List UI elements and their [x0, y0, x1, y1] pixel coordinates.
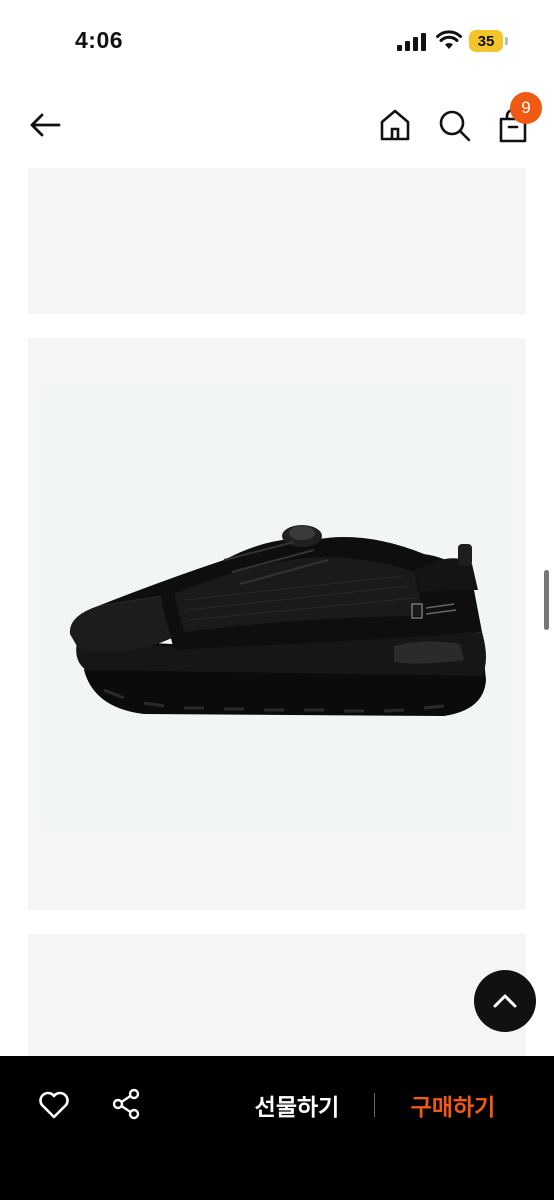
battery-level: 35 — [469, 30, 503, 52]
signal-icon — [397, 33, 426, 51]
gift-button[interactable]: 선물하기 — [238, 1086, 356, 1124]
battery-icon: 35 — [469, 30, 509, 52]
divider — [374, 1093, 375, 1117]
buy-button[interactable]: 구매하기 — [394, 1086, 512, 1124]
wifi-icon — [436, 30, 462, 49]
back-arrow-icon[interactable] — [26, 106, 64, 144]
scrollbar[interactable] — [544, 570, 549, 630]
header — [0, 82, 554, 168]
status-bar: 4:06 35 — [0, 0, 554, 82]
battery-tip — [505, 37, 508, 45]
product-image-placeholder — [28, 168, 526, 314]
heart-icon[interactable] — [38, 1090, 70, 1120]
scroll-to-top-button[interactable] — [474, 970, 536, 1032]
product-image-placeholder-bottom — [28, 934, 526, 1064]
black-sneaker-image — [69, 525, 486, 716]
chevron-up-icon — [493, 994, 517, 1008]
search-icon[interactable] — [436, 107, 472, 143]
bottom-action-bar: 선물하기 구매하기 — [0, 1056, 554, 1200]
cart-badge: 9 — [510, 92, 542, 124]
status-time: 4:06 — [75, 27, 124, 53]
share-icon[interactable] — [111, 1088, 141, 1120]
home-icon[interactable] — [377, 107, 413, 143]
